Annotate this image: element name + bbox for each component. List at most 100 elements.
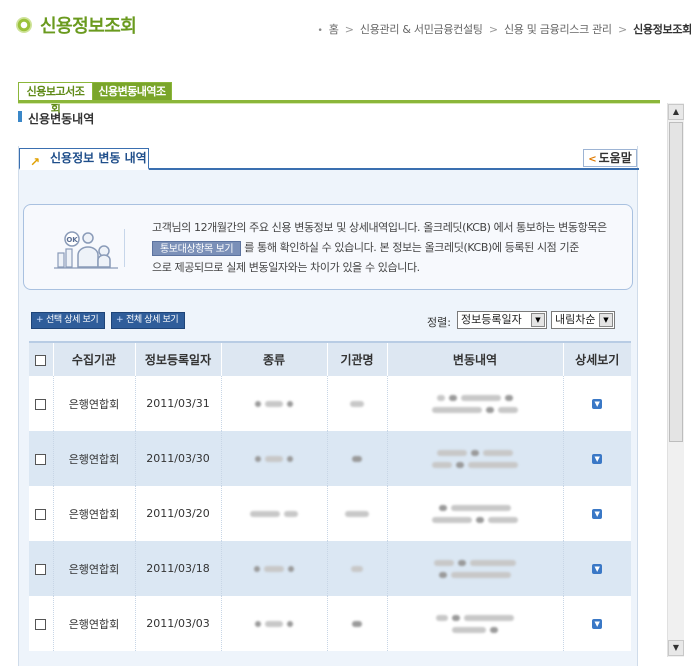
title-bullet-icon bbox=[16, 17, 32, 33]
breadcrumb-home[interactable]: 홈 bbox=[329, 23, 339, 36]
redacted-type-cell bbox=[220, 431, 327, 486]
tab-credit-report[interactable]: 신용보고서조회 bbox=[18, 82, 93, 115]
column-header[interactable]: 수집기관 bbox=[52, 341, 135, 376]
page-title: 신용정보조회 bbox=[40, 16, 137, 37]
detail-view-icon[interactable]: ▼ bbox=[592, 509, 603, 519]
credit-change-panel: ↗ 신용정보 변동 내역 < 도움말 OK 고객님의 12개월간의 주요 신용 변… bbox=[18, 146, 639, 666]
detail-view-icon[interactable]: ▼ bbox=[592, 619, 603, 629]
row-select-cell bbox=[29, 376, 53, 431]
date-cell: 2011/03/30 bbox=[134, 431, 221, 486]
breadcrumb-current: 신용정보조회 bbox=[633, 23, 692, 36]
redacted-change-cell bbox=[386, 486, 563, 541]
redacted-type-cell bbox=[220, 486, 327, 541]
agency-cell: 은행연합회 bbox=[52, 431, 135, 486]
breadcrumb-item[interactable]: 신용관리 & 서민금융컨설팅 bbox=[360, 23, 483, 36]
row-select-cell bbox=[29, 431, 53, 486]
breadcrumb: • 홈 > 신용관리 & 서민금융컨설팅 > 신용 및 금융리스크 관리 > 신… bbox=[318, 21, 693, 37]
sort-field-select[interactable]: 정보등록일자 ▼ bbox=[457, 311, 547, 329]
select-all-checkbox[interactable] bbox=[35, 354, 47, 366]
dropdown-arrow-icon: ▼ bbox=[531, 313, 545, 327]
row-checkbox[interactable] bbox=[35, 453, 47, 465]
redacted-change-cell bbox=[386, 431, 563, 486]
redacted-type-cell bbox=[220, 541, 327, 596]
table-row: 은행연합회 2011/03/20 ▼ bbox=[29, 486, 631, 541]
date-cell: 2011/03/03 bbox=[134, 596, 221, 651]
help-label: 도움말 bbox=[598, 151, 632, 165]
column-header: 기관명 bbox=[326, 341, 387, 376]
detail-cell: ▼ bbox=[562, 486, 631, 541]
tab-credit-change[interactable]: 신용변동내역조회 bbox=[92, 82, 172, 115]
scroll-up-button[interactable]: ▲ bbox=[668, 104, 684, 120]
table-row: 은행연합회 2011/03/18 ▼ bbox=[29, 541, 631, 596]
table-row: 은행연합회 2011/03/30 ▼ bbox=[29, 431, 631, 486]
select-all-cell bbox=[29, 341, 53, 376]
redacted-change-cell bbox=[386, 376, 563, 431]
info-line-1: 고객님의 12개월간의 주요 신용 변동정보 및 상세내역입니다. 올크레딧(K… bbox=[152, 221, 607, 234]
detail-view-icon[interactable]: ▼ bbox=[592, 399, 603, 409]
tab-bar: 신용보고서조회 신용변동내역조회 bbox=[18, 82, 172, 115]
arrow-up-right-icon: ↗ bbox=[30, 155, 41, 169]
row-checkbox[interactable] bbox=[35, 563, 47, 575]
section-title: 신용변동내역 bbox=[28, 112, 95, 126]
info-line-3: 으로 제공되므로 실제 변동일자와는 차이가 있을 수 있습니다. bbox=[152, 261, 420, 274]
redacted-org-cell bbox=[326, 431, 387, 486]
redacted-change-cell bbox=[386, 541, 563, 596]
breadcrumb-item[interactable]: 신용 및 금융리스크 관리 bbox=[504, 23, 612, 36]
breadcrumb-separator: > bbox=[488, 23, 498, 36]
row-checkbox[interactable] bbox=[35, 398, 47, 410]
table-row: 은행연합회 2011/03/03 ▼ bbox=[29, 596, 631, 651]
agency-cell: 은행연합회 bbox=[52, 541, 135, 596]
detail-view-icon[interactable]: ▼ bbox=[592, 564, 603, 574]
date-cell: 2011/03/18 bbox=[134, 541, 221, 596]
redacted-type-cell bbox=[220, 596, 327, 651]
row-checkbox[interactable] bbox=[35, 508, 47, 520]
table-header-row: 수집기관 정보등록일자 종류 기관명 변동내역 상세보기 bbox=[29, 341, 631, 376]
info-box: OK 고객님의 12개월간의 주요 신용 변동정보 및 상세내역입니다. 올크레… bbox=[23, 204, 633, 290]
sort-label: 정렬: bbox=[427, 316, 451, 329]
detail-cell: ▼ bbox=[562, 596, 631, 651]
scroll-down-button[interactable]: ▼ bbox=[668, 640, 684, 656]
detail-cell: ▼ bbox=[562, 541, 631, 596]
date-cell: 2011/03/20 bbox=[134, 486, 221, 541]
page-header: 신용정보조회 • 홈 > 신용관리 & 서민금융컨설팅 > 신용 및 금융리스크… bbox=[0, 0, 700, 52]
redacted-org-cell bbox=[326, 541, 387, 596]
column-header[interactable]: 정보등록일자 bbox=[134, 341, 221, 376]
credit-change-table: 수집기관 정보등록일자 종류 기관명 변동내역 상세보기 은행연합회 2011/… bbox=[29, 341, 631, 651]
detail-view-icon[interactable]: ▼ bbox=[592, 454, 603, 464]
svg-text:OK: OK bbox=[66, 236, 78, 244]
sort-order-select[interactable]: 내림차순 ▼ bbox=[551, 311, 615, 329]
detail-cell: ▼ bbox=[562, 431, 631, 486]
vertical-scrollbar[interactable]: ▲ ▼ bbox=[667, 103, 684, 657]
column-header: 종류 bbox=[220, 341, 327, 376]
panel-tab[interactable]: ↗ 신용정보 변동 내역 bbox=[19, 148, 149, 170]
notify-items-button[interactable]: 통보대상항목 보기 bbox=[152, 240, 242, 256]
column-header: 상세보기 bbox=[562, 341, 631, 376]
select-detail-button[interactable]: 선택 상세 보기 bbox=[31, 312, 106, 329]
row-checkbox[interactable] bbox=[35, 618, 47, 630]
agency-cell: 은행연합회 bbox=[52, 486, 135, 541]
dropdown-arrow-icon: ▼ bbox=[599, 313, 613, 327]
row-select-cell bbox=[29, 596, 53, 651]
all-detail-button[interactable]: 전체 상세 보기 bbox=[111, 312, 186, 329]
info-text: 고객님의 12개월간의 주요 신용 변동정보 및 상세내역입니다. 올크레딧(K… bbox=[152, 218, 622, 278]
detail-cell: ▼ bbox=[562, 376, 631, 431]
row-select-cell bbox=[29, 541, 53, 596]
scroll-thumb[interactable] bbox=[669, 122, 683, 442]
info-line-2: 통보대상항목 보기 를 통해 확인하실 수 있습니다. 본 정보는 올크레딧(K… bbox=[152, 238, 622, 258]
credit-people-icon: OK bbox=[54, 231, 118, 269]
redacted-org-cell bbox=[326, 596, 387, 651]
chevron-left-icon: < bbox=[588, 154, 597, 165]
tab-underline-fade bbox=[18, 103, 660, 104]
redacted-org-cell bbox=[326, 376, 387, 431]
help-button[interactable]: < 도움말 bbox=[583, 149, 637, 167]
row-select-cell bbox=[29, 486, 53, 541]
date-cell: 2011/03/31 bbox=[134, 376, 221, 431]
panel-tab-strip: ↗ 신용정보 변동 내역 < 도움말 bbox=[19, 146, 639, 170]
column-header: 변동내역 bbox=[386, 341, 563, 376]
panel-tab-label: 신용정보 변동 내역 bbox=[50, 151, 147, 165]
breadcrumb-separator: > bbox=[617, 23, 627, 36]
breadcrumb-separator: > bbox=[344, 23, 354, 36]
agency-cell: 은행연합회 bbox=[52, 376, 135, 431]
redacted-type-cell bbox=[220, 376, 327, 431]
info-divider bbox=[124, 229, 125, 267]
